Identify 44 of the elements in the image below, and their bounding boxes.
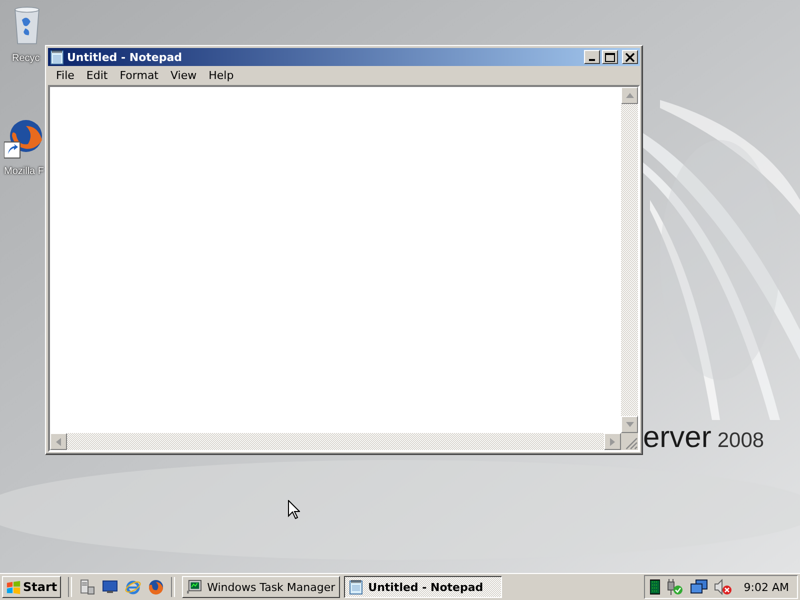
server-manager-icon[interactable] (79, 579, 96, 595)
firefox-icon[interactable] (148, 579, 164, 595)
scroll-down-button[interactable] (621, 416, 638, 433)
speaker-muted-icon[interactable] (714, 579, 732, 595)
window-title: Untitled - Notepad (67, 50, 184, 64)
close-icon (625, 52, 635, 62)
scroll-right-button[interactable] (604, 433, 621, 450)
desktop-icon-label: Recyc (12, 53, 40, 64)
minimize-button[interactable] (584, 50, 600, 64)
scroll-up-button[interactable] (621, 87, 638, 104)
taskbar-button[interactable]: Windows Task Manager (182, 576, 340, 598)
desktop-icon-label: Mozilla F (4, 166, 44, 177)
mouse-cursor-icon (288, 500, 300, 519)
task-manager-icon (187, 579, 202, 595)
notepad-icon (50, 49, 64, 65)
internet-explorer-icon[interactable] (125, 579, 142, 595)
start-button[interactable]: Start (2, 576, 62, 598)
wallpaper-logo-text: erver (643, 420, 712, 456)
menu-item[interactable]: Format (114, 69, 164, 82)
activity-meter-icon[interactable] (650, 579, 660, 595)
show-desktop-icon[interactable] (102, 579, 118, 595)
horizontal-scrollbar[interactable] (50, 433, 621, 450)
down-arrow-icon (626, 422, 634, 427)
notepad-icon (349, 579, 364, 595)
network-computers-icon[interactable] (690, 579, 708, 595)
menu-item[interactable]: View (164, 69, 203, 82)
clock[interactable]: 9:02 AM (744, 580, 789, 594)
menu-item[interactable]: File (50, 69, 80, 82)
resize-grip-icon[interactable] (621, 433, 638, 450)
wallpaper-version-text: 2008 (717, 429, 764, 453)
menu-item[interactable]: Edit (80, 69, 114, 82)
taskbar-button[interactable]: Untitled - Notepad (344, 576, 502, 598)
close-button[interactable] (622, 50, 638, 64)
scroll-left-button[interactable] (50, 433, 67, 450)
maximize-button[interactable] (602, 50, 618, 64)
left-arrow-icon (56, 438, 61, 446)
up-arrow-icon (626, 93, 634, 98)
vertical-scrollbar[interactable] (621, 87, 638, 433)
minimize-icon (589, 59, 595, 61)
menu-item[interactable]: Help (202, 69, 240, 82)
right-arrow-icon (610, 438, 615, 446)
maximize-icon (605, 52, 615, 62)
power-plug-check-icon[interactable] (666, 579, 684, 595)
windows-flag-icon (6, 580, 21, 594)
